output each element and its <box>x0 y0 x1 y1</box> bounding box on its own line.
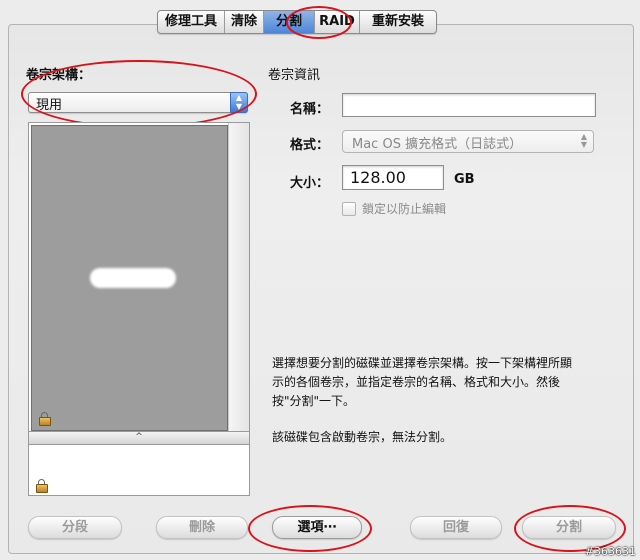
instructions-line-3: 按"分割"一下。 <box>272 394 356 408</box>
tab-raid[interactable]: RAID <box>315 11 360 33</box>
format-value: Mac OS 擴充格式（日誌式） <box>352 137 523 152</box>
partition-volume-block[interactable] <box>31 125 228 431</box>
free-space-block[interactable] <box>29 445 225 493</box>
size-field[interactable]: 128.00 <box>342 165 444 190</box>
lock-icon <box>38 412 51 426</box>
options-button[interactable]: 選項⋯ <box>272 516 362 539</box>
tab-partition[interactable]: 分割 <box>264 11 315 33</box>
delete-button[interactable]: 刪除 <box>156 516 248 539</box>
volume-scheme-popup[interactable]: 現用 ▲ ▼ <box>28 92 248 113</box>
format-label: 格式： <box>290 138 330 153</box>
tab-first-aid[interactable]: 修理工具 <box>158 11 225 33</box>
name-field[interactable] <box>342 93 596 117</box>
startup-volume-warning: 該磁碟包含啟動卷宗，無法分割。 <box>272 430 453 444</box>
partition-button[interactable]: 分割 <box>522 516 616 539</box>
lock-checkbox[interactable] <box>342 202 356 216</box>
size-value: 128.00 <box>350 168 406 187</box>
partition-layout-view: ^ <box>28 122 250 496</box>
split-button[interactable]: 分段 <box>28 516 122 539</box>
lock-icon-free <box>35 479 48 493</box>
watermark: #363631 <box>584 545 636 558</box>
format-popup[interactable]: Mac OS 擴充格式（日誌式） ▲ ▼ <box>342 130 594 153</box>
instructions-line-2: 示的各個卷宗，並指定卷宗的名稱、格式和大小。然後 <box>272 375 561 389</box>
redacted-volume-name <box>90 268 176 288</box>
revert-button[interactable]: 回復 <box>410 516 502 539</box>
popup-arrows-icon: ▲ ▼ <box>580 132 587 149</box>
instructions-line-1: 選擇想要分割的磁碟並選擇卷宗架構。按一下架構裡所顯 <box>272 356 573 370</box>
popup-arrows-icon: ▲ ▼ <box>230 92 248 113</box>
redacted-name-text <box>347 99 407 110</box>
tab-erase[interactable]: 清除 <box>225 11 264 33</box>
lock-checkbox-label: 鎖定以防止編輯 <box>362 202 447 216</box>
volume-scheme-label: 卷宗架構： <box>26 68 92 83</box>
layout-scroll-rail <box>228 123 249 431</box>
tab-restore[interactable]: 重新安裝 <box>360 11 436 33</box>
tab-bar: 修理工具 清除 分割 RAID 重新安裝 <box>157 10 437 34</box>
volume-scheme-value: 現用 <box>36 98 63 113</box>
volume-info-heading: 卷宗資訊 <box>268 68 321 83</box>
name-label: 名稱： <box>290 102 330 117</box>
size-unit: GB <box>454 172 475 187</box>
resize-handle[interactable]: ^ <box>29 431 249 445</box>
size-label: 大小： <box>290 176 330 191</box>
